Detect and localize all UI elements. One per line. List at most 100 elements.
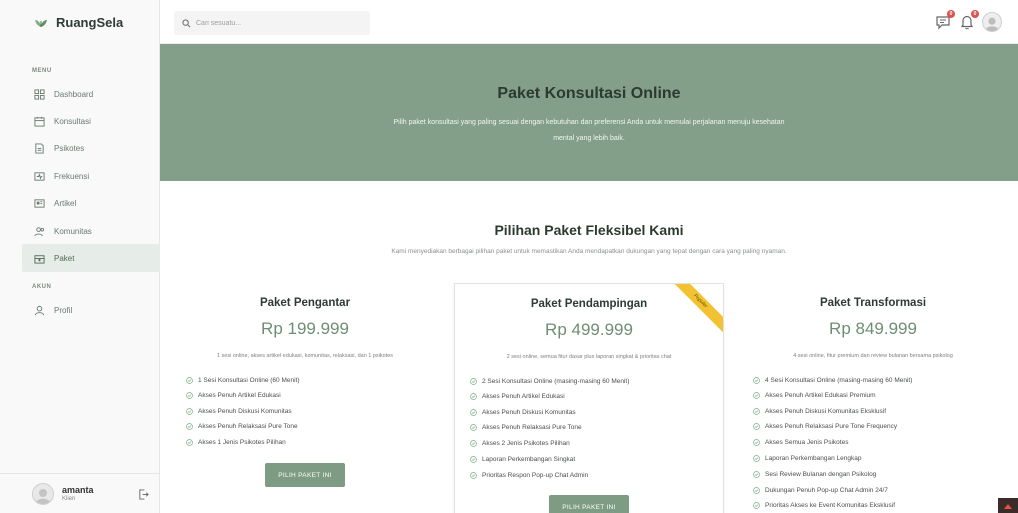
plan-feature: Laporan Perkembangan Singkat [470, 453, 575, 465]
user-role: Klien [62, 496, 76, 502]
user-profile-box[interactable]: amanta Klien [0, 473, 160, 513]
sidebar-item-dashboard[interactable]: Dashboard [22, 80, 160, 108]
package-icon [34, 254, 45, 264]
plan-card-pendampingan: Populer Paket Pendampingan Rp 499.999 2 … [454, 283, 724, 513]
check-circle-icon [753, 454, 760, 462]
notifications-button[interactable]: 0 [958, 10, 979, 31]
plan-feature-text: Laporan Perkembangan Singkat [482, 455, 576, 463]
plan-feature: Dukungan Penuh Pop-up Chat Admin 24/7 [753, 484, 888, 496]
sidebar-item-paket[interactable]: Paket [22, 244, 160, 272]
logout-icon[interactable] [138, 489, 149, 500]
hero-subtitle: Pilih paket konsultasi yang paling sesua… [393, 119, 785, 142]
plans-section-subtitle: Kami menyediakan berbagai pilihan paket … [391, 248, 787, 255]
plan-feature-text: Akses Penuh Relaksasi Pure Tone Frequenc… [765, 422, 898, 430]
plan-feature: Akses 2 Jenis Psikotes Pilihan [470, 437, 570, 449]
plan-feature-text: Akses Penuh Artikel Edukasi [482, 392, 565, 400]
plan-feature: Akses Penuh Diskusi Komunitas [186, 405, 292, 417]
page-title: Paket Konsultasi Online [497, 85, 681, 102]
check-circle-icon [186, 376, 193, 384]
sidebar-item-label: Paket [54, 253, 75, 263]
check-circle-icon [470, 455, 477, 463]
plan-description: 2 sesi online, semua fitur dasar plus la… [506, 354, 672, 360]
leaf-logo-icon [35, 20, 47, 27]
plan-feature-text: Akses Penuh Artikel Edukasi [198, 391, 281, 399]
plan-feature-text: Dukungan Penuh Pop-up Chat Admin 24/7 [765, 486, 888, 494]
plan-feature-text: Akses 1 Jenis Psikotes Pilihan [198, 438, 286, 446]
plan-feature-text: Akses Penuh Relaksasi Pure Tone [482, 423, 582, 431]
plan-feature: Prioritas Akses ke Event Komunitas Ekskl… [753, 499, 895, 511]
check-circle-icon [753, 470, 760, 478]
sidebar-item-label: Profil [54, 305, 73, 315]
check-circle-icon [470, 439, 477, 447]
message-badge: 0 [947, 10, 955, 18]
hero-banner: Paket Konsultasi Online Pilih paket kons… [160, 44, 1018, 181]
plan-feature: Akses Penuh Diskusi Komunitas Eksklusif [753, 405, 886, 417]
sidebar-item-label: Konsultasi [54, 116, 91, 126]
check-circle-icon [470, 471, 477, 479]
plan-feature: Sesi Review Bulanan dengan Psikolog [753, 468, 876, 480]
plan-feature-text: Sesi Review Bulanan dengan Psikolog [765, 470, 877, 478]
search-box[interactable] [174, 11, 370, 35]
plan-feature: Akses Penuh Diskusi Komunitas [470, 406, 576, 418]
plans-section-title: Pilihan Paket Fleksibel Kami [494, 222, 684, 238]
plan-description: 1 sesi online, akses artikel edukasi, ko… [216, 353, 394, 359]
plan-name: Paket Pendampingan [530, 298, 648, 310]
plan-feature: 4 Sesi Konsultasi Online (masing-masing … [753, 374, 912, 386]
sidebar-item-label: Frekuensi [54, 171, 90, 181]
check-circle-icon [186, 407, 193, 415]
avatar[interactable] [982, 12, 1002, 32]
plan-name: Paket Pengantar [259, 297, 351, 309]
scroll-top-button[interactable] [998, 498, 1018, 513]
plan-feature: Akses Penuh Artikel Edukasi [470, 390, 565, 402]
newspaper-icon [34, 198, 45, 208]
check-circle-icon [753, 486, 760, 494]
sidebar-item-label: Psikotes [54, 143, 85, 153]
chevron-up-icon [1004, 503, 1012, 509]
plan-price: Rp 499.999 [545, 320, 633, 339]
brand[interactable]: RuangSela [12, 0, 160, 44]
plan-feature-text: Akses Penuh Diskusi Komunitas Eksklusif [765, 407, 887, 415]
check-circle-icon [186, 422, 193, 430]
sidebar-item-artikel[interactable]: Artikel [22, 189, 160, 217]
choose-plan-button[interactable]: PILIH PAKET INI [265, 463, 345, 487]
plan-price: Rp 199.999 [261, 319, 349, 338]
menu-section-label: MENU [32, 68, 52, 74]
plan-feature: Akses Penuh Relaksasi Pure Tone [470, 421, 582, 433]
plan-feature: Akses Semua Jenis Psikotes [753, 436, 848, 448]
messages-button[interactable]: 0 [934, 10, 955, 31]
sidebar-item-profil[interactable]: Profil [22, 296, 160, 324]
check-circle-icon [186, 438, 193, 446]
plan-feature-text: Laporan Perkembangan Lengkap [765, 454, 862, 462]
plan-feature-text: Akses Penuh Artikel Edukasi Premium [765, 391, 876, 399]
plan-feature-text: Prioritas Akses ke Event Komunitas Ekskl… [765, 501, 896, 509]
check-circle-icon [753, 501, 760, 509]
plan-feature: Akses 1 Jenis Psikotes Pilihan [186, 436, 286, 448]
sidebar-item-komunitas[interactable]: Komunitas [22, 217, 160, 245]
plan-feature: Laporan Perkembangan Lengkap [753, 452, 862, 464]
check-circle-icon [186, 391, 193, 399]
plan-card-pengantar: Paket Pengantar Rp 199.999 1 sesi online… [170, 283, 440, 513]
avatar[interactable] [32, 482, 54, 505]
plan-feature-text: Akses 2 Jenis Psikotes Pilihan [482, 439, 570, 447]
choose-plan-button[interactable]: PILIH PAKET INI [549, 495, 629, 513]
sidebar: RuangSela MENU Dashboard Konsultasi Psik… [0, 0, 160, 513]
sidebar-item-frekuensi[interactable]: Frekuensi [22, 162, 160, 190]
dashboard-icon [34, 88, 45, 100]
plan-feature-text: Akses Penuh Relaksasi Pure Tone [198, 422, 298, 430]
plan-description: 4 sesi online, fitur premium dan review … [793, 353, 953, 359]
avatar-silhouette-icon [35, 488, 51, 504]
search-input[interactable] [196, 19, 366, 27]
sidebar-item-konsultasi[interactable]: Konsultasi [22, 107, 160, 135]
plan-price: Rp 849.999 [829, 319, 917, 338]
sidebar-item-psikotes[interactable]: Psikotes [22, 134, 160, 162]
check-circle-icon [470, 408, 477, 416]
plan-feature: Akses Penuh Relaksasi Pure Tone Frequenc… [753, 420, 897, 432]
user-icon [34, 305, 45, 315]
plan-feature-text: 4 Sesi Konsultasi Online (masing-masing … [765, 376, 913, 384]
check-circle-icon [753, 438, 760, 446]
user-name: amanta [62, 485, 94, 495]
plan-feature: 1 Sesi Konsultasi Online (60 Menit) [186, 374, 300, 386]
check-circle-icon [753, 407, 760, 415]
notification-badge: 0 [971, 10, 979, 18]
plan-feature: Prioritas Respon Pop-up Chat Admin [470, 469, 588, 481]
